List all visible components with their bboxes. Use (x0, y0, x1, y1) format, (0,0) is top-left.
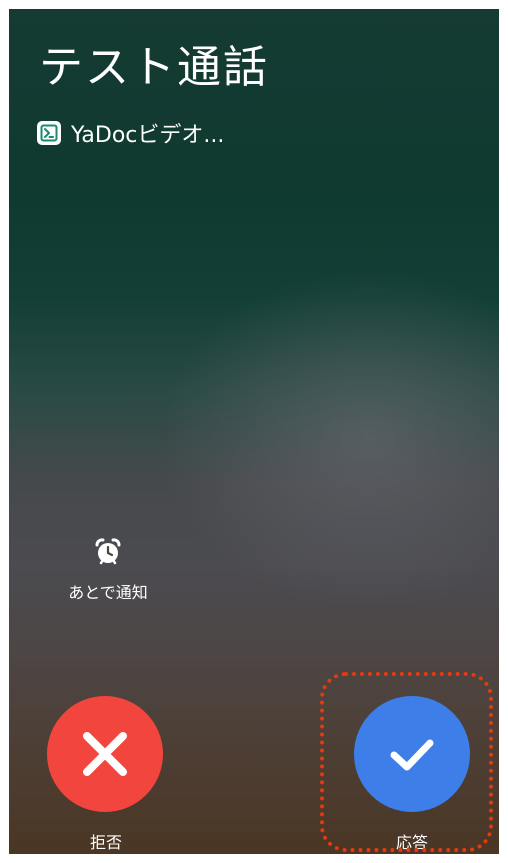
accept-button[interactable] (354, 696, 470, 812)
accept-label: 応答 (395, 833, 428, 852)
alarm-clock-icon (95, 538, 121, 565)
app-source-row: YaDocビデオ... (37, 119, 225, 148)
caller-title: テスト通話 (39, 42, 269, 93)
incoming-call-screen: テスト通話 YaDocビデオ... あとで通知 拒否 応答 (9, 9, 499, 854)
screenshot-frame: テスト通話 YaDocビデオ... あとで通知 拒否 応答 (0, 0, 508, 863)
remind-later-label: あとで通知 (68, 583, 148, 602)
yadoc-app-icon (37, 121, 61, 145)
decline-button[interactable] (47, 696, 163, 812)
decline-label: 拒否 (89, 833, 122, 852)
close-icon (83, 732, 127, 776)
remind-later-button[interactable]: あとで通知 (53, 537, 163, 603)
checkmark-icon (390, 739, 434, 771)
app-name: YaDocビデオ... (71, 123, 225, 148)
